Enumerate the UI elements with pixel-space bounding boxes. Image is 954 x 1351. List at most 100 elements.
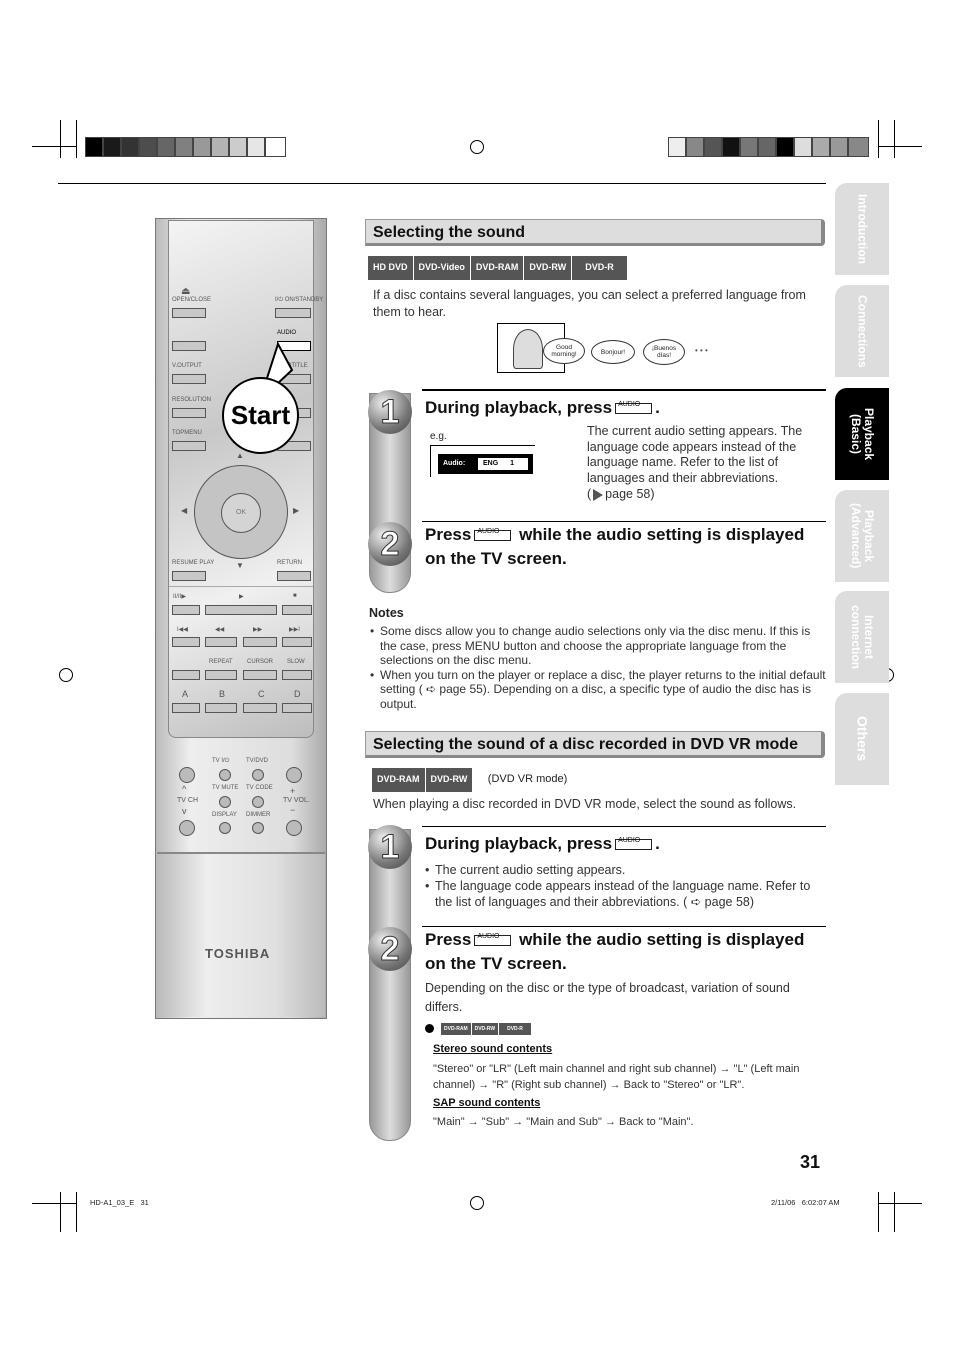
page-ref[interactable]: page 58 xyxy=(605,487,650,501)
small-disc-badges: DVD-RAM DVD-RW DVD-R xyxy=(441,1023,532,1035)
tv-vol-down-button[interactable] xyxy=(286,820,302,836)
label-skip-forward: ▶▶I xyxy=(289,627,300,633)
ok-button[interactable]: OK xyxy=(221,493,261,533)
top-rule xyxy=(58,183,826,184)
vr-step2-desc: Depending on the disc or the type of bro… xyxy=(425,981,790,1014)
blank-button[interactable] xyxy=(172,341,206,351)
badge-dvd-rw: DVD-RW xyxy=(425,768,473,792)
disc-badges: HD DVD DVD-Video DVD-RAM DVD-RW DVD-R xyxy=(368,256,628,280)
eg-label: e.g. xyxy=(430,431,447,442)
audio-key-label: AUDIO xyxy=(618,837,641,845)
note-item: Some discs allow you to change audio sel… xyxy=(370,624,826,668)
slow-button[interactable] xyxy=(282,670,312,680)
audio-key-icon: AUDIO xyxy=(615,401,653,415)
label-play: ▶ xyxy=(239,594,244,600)
vr-step1-bullets: The current audio setting appears. The l… xyxy=(425,862,825,910)
label-tv-mute: TV MUTE xyxy=(212,785,239,791)
intro-text: If a disc contains several languages, yo… xyxy=(373,288,806,319)
remote-tv-section: TV I/⏻ TV/DVD TV MUTE TV CODE ^ TV CH + … xyxy=(168,750,314,846)
label-c: C xyxy=(258,689,265,699)
label-fast-forward: ▶▶ xyxy=(253,627,263,633)
play-button[interactable] xyxy=(205,605,277,615)
tv-mute-button[interactable] xyxy=(219,796,231,808)
fast-forward-button[interactable] xyxy=(243,637,277,647)
label-tv-code: TV CODE xyxy=(246,785,273,791)
page-ref-arrow-icon xyxy=(593,488,604,501)
bullet-item: The language code appears instead of the… xyxy=(425,878,825,910)
audio-key-icon: AUDIO xyxy=(474,933,512,947)
stereo-text: "Stereo" or "LR" (Left main channel and … xyxy=(433,1063,800,1091)
topmenu-button[interactable] xyxy=(172,441,206,451)
step2-heading-a: Press xyxy=(425,525,472,544)
page-number: 31 xyxy=(800,1152,821,1172)
sap-text: "Main" → "Sub" → "Main and Sub" → Back t… xyxy=(433,1116,694,1128)
label-plus: + xyxy=(290,786,296,796)
notes-title: Notes xyxy=(369,606,404,620)
side-tab-others[interactable]: Others xyxy=(835,693,889,785)
a-button[interactable] xyxy=(172,703,200,713)
open-close-button[interactable] xyxy=(172,308,206,318)
on-standby-button[interactable] xyxy=(275,308,311,318)
label-skip-back: I◀◀ xyxy=(177,627,188,633)
label-resume-play: RESUME PLAY xyxy=(172,560,215,566)
audio-key-label: AUDIO xyxy=(477,528,500,536)
tv-ch-up-button[interactable] xyxy=(179,767,195,783)
badge-dvd-rw: DVD-RW xyxy=(524,256,572,280)
badge-dvd-ram: DVD-RAM xyxy=(441,1023,471,1035)
c-button[interactable] xyxy=(243,703,277,713)
side-tab-internet-connection[interactable]: Internet connection xyxy=(835,591,889,683)
repeat-button[interactable] xyxy=(205,670,237,680)
label-topmenu: TOPMENU xyxy=(172,430,202,436)
rewind-button[interactable] xyxy=(205,637,237,647)
v-output-button[interactable] xyxy=(172,374,206,384)
label-display: DISPLAY xyxy=(212,812,237,818)
b-button[interactable] xyxy=(205,703,237,713)
display-button[interactable] xyxy=(219,822,231,834)
stereo-title: Stereo sound contents xyxy=(433,1043,553,1055)
d-button[interactable] xyxy=(282,703,312,713)
ok-label: OK xyxy=(235,509,247,516)
step1-description: The current audio setting appears. The l… xyxy=(587,424,803,501)
side-tab-playback-advanced[interactable]: Playback (Advanced) xyxy=(835,490,889,582)
label-return: RETURN xyxy=(277,560,302,566)
side-tab-playback-basic[interactable]: Playback (Basic) xyxy=(835,388,889,480)
label-cursor: CURSOR xyxy=(247,659,274,665)
badge-dvd-ram: DVD-RAM xyxy=(372,768,425,792)
osd-audio-label: Audio: xyxy=(443,460,466,467)
bullet-dot-icon xyxy=(425,1024,434,1033)
step1-desc-text: The current audio setting appears. The l… xyxy=(587,424,803,486)
tv-vol-up-button[interactable] xyxy=(286,767,302,783)
label-tv-dvd: TV/DVD xyxy=(246,758,269,764)
vr-step2-heading: Press AUDIO while the audio setting is di… xyxy=(425,928,825,976)
resolution-button[interactable] xyxy=(172,408,206,418)
note-item: When you turn on the player or replace a… xyxy=(370,668,826,712)
vr-intro: When playing a disc recorded in DVD VR m… xyxy=(373,797,797,811)
pause-step-button[interactable] xyxy=(172,605,200,615)
return-button[interactable] xyxy=(277,571,311,581)
vr-step1-heading-text: During playback, press xyxy=(425,834,613,853)
label-minus: − xyxy=(290,805,296,815)
speech-bubble: Bonjour! xyxy=(591,340,635,364)
step-number-2: 2 xyxy=(368,927,412,971)
resume-play-button[interactable] xyxy=(172,571,206,581)
disc-badges-vr: DVD-RAM DVD-RW (DVD VR mode) xyxy=(372,768,567,792)
label-open-close: OPEN/CLOSE xyxy=(172,297,212,303)
skip-forward-button[interactable] xyxy=(282,637,312,647)
cursor-button[interactable] xyxy=(243,670,277,680)
tv-ch-down-button[interactable] xyxy=(179,820,195,836)
blank-button[interactable] xyxy=(172,670,200,680)
stop-button[interactable] xyxy=(282,605,312,615)
label-resolution: RESOLUTION xyxy=(172,397,212,403)
osd-example: Audio: ENG 1 xyxy=(430,445,535,477)
remote-lower-body xyxy=(157,852,325,1017)
footer-right: 2/11/06 6:02:07 AM xyxy=(771,1198,840,1207)
tv-code-button[interactable] xyxy=(252,796,264,808)
skip-back-button[interactable] xyxy=(172,637,200,647)
tv-power-button[interactable] xyxy=(219,769,231,781)
start-label: Start xyxy=(230,400,291,430)
audio-key-label: AUDIO xyxy=(618,401,641,409)
side-tab-connections[interactable]: Connections xyxy=(835,285,889,377)
tv-dvd-button[interactable] xyxy=(252,769,264,781)
side-tab-introduction[interactable]: Introduction xyxy=(835,183,889,275)
dimmer-button[interactable] xyxy=(252,822,264,834)
